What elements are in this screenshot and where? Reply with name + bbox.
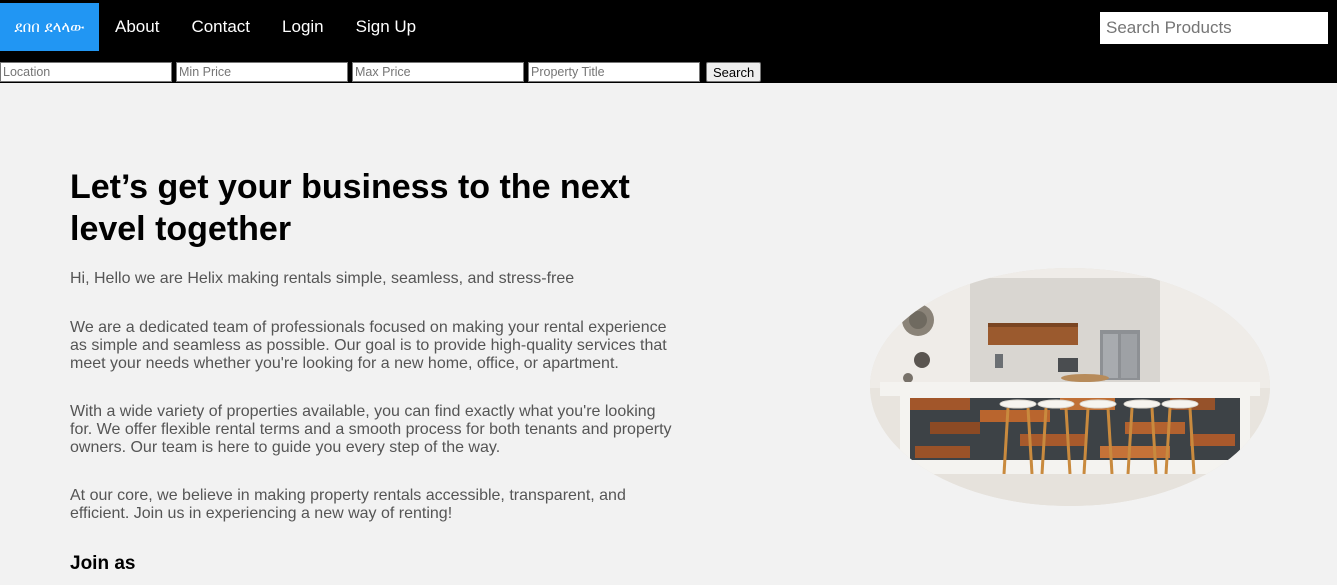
min-price-field[interactable] [176,62,348,82]
location-field[interactable] [0,62,172,82]
nav-links: ደበበ ደላላው About Contact Login Sign Up [0,3,432,51]
filter-bar: Search [0,62,762,83]
nav-signup-link[interactable]: Sign Up [340,3,432,51]
about-paragraph-1: We are a dedicated team of professionals… [70,319,667,372]
about-paragraph-2: With a wide variety of properties availa… [70,403,672,456]
search-products-input[interactable] [1100,12,1328,44]
filter-search-button[interactable]: Search [706,62,762,82]
about-paragraph-3: At our core, we believe in making proper… [70,487,626,522]
join-as-heading: Join as [70,553,136,574]
max-price-field[interactable] [352,62,524,82]
nav-contact-link[interactable]: Contact [175,3,266,51]
top-navbar: ደበበ ደላላው About Contact Login Sign Up Sea… [0,0,1337,83]
brand-home-link[interactable]: ደበበ ደላላው [0,3,99,51]
page-title: Let’s get your business to the next leve… [70,168,630,248]
nav-login-link[interactable]: Login [266,3,340,51]
kitchen-illustration [870,268,1270,506]
intro-text: Hi, Hello we are Helix making rentals si… [70,270,575,287]
property-title-field[interactable] [528,62,700,82]
kitchen-photo [870,268,1270,506]
nav-about-link[interactable]: About [99,3,175,51]
